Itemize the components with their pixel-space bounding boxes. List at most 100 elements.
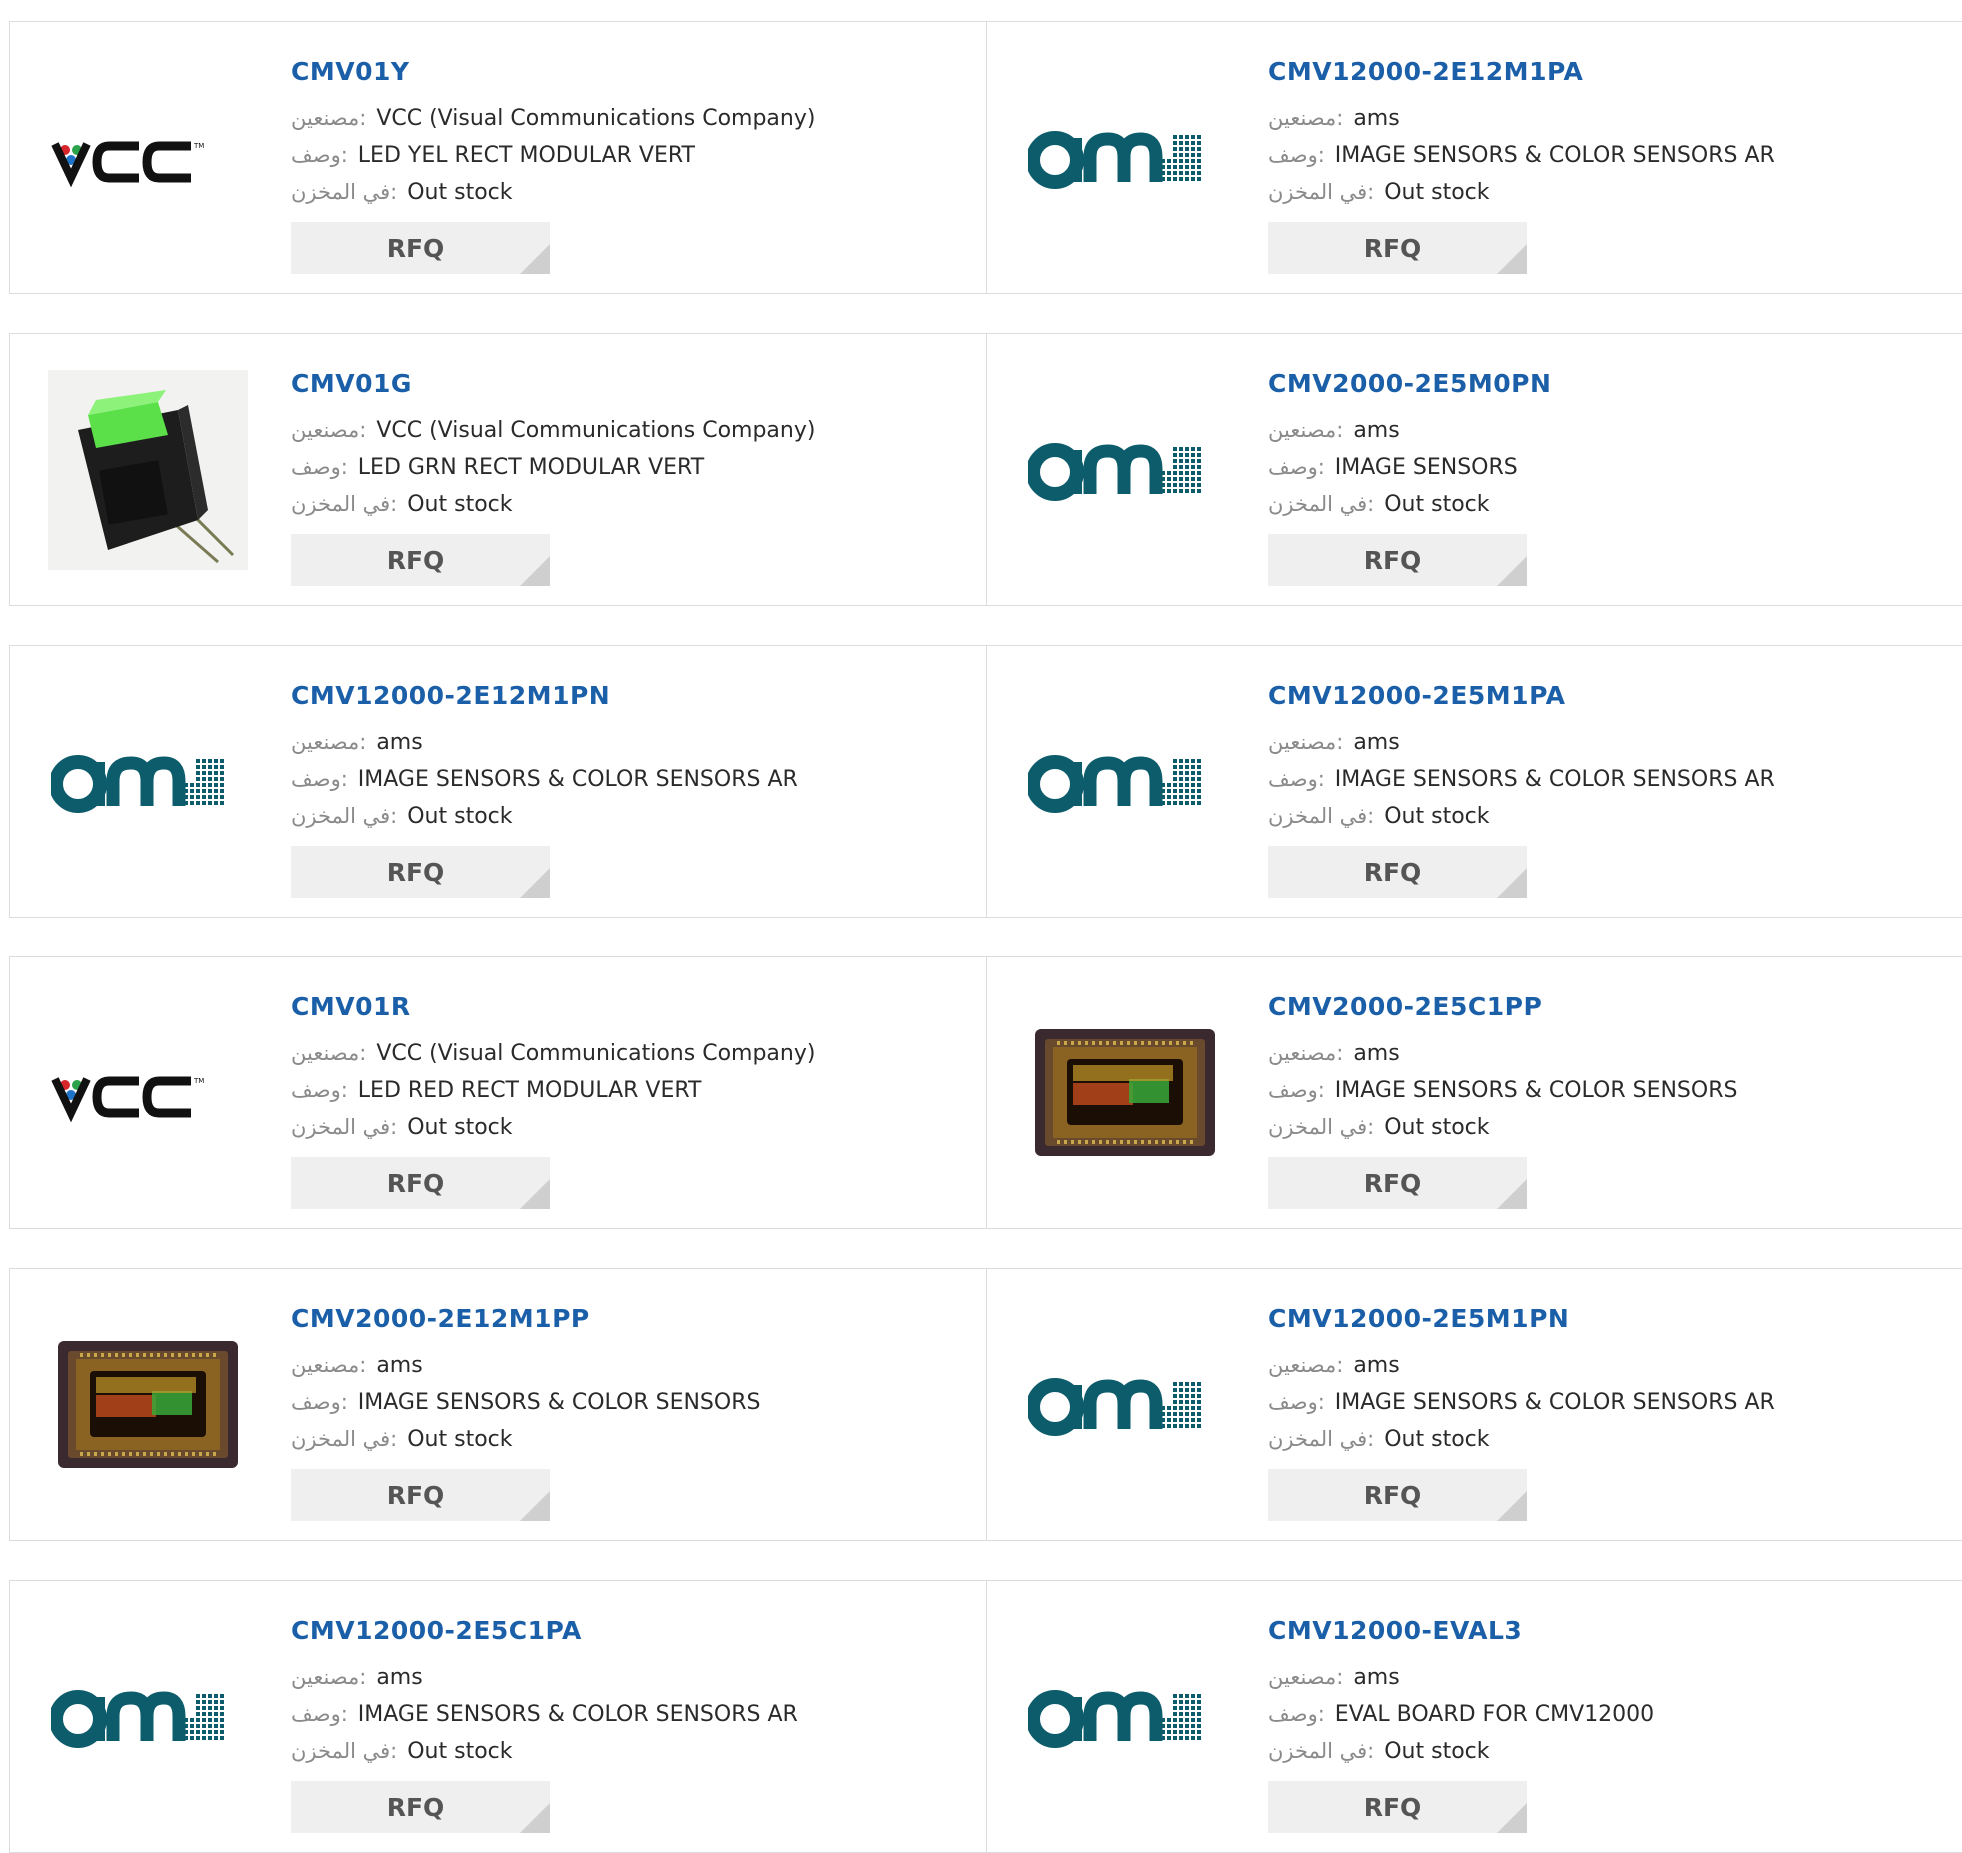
stock-label: :في المخزن — [1268, 804, 1375, 828]
product-card: TM CMV01R :مصنعين VCC (Visual Communicati… — [10, 957, 986, 1228]
stock-value: Out stock — [407, 180, 513, 205]
product-card: CMV12000-2E5M1PN :مصنعين ams :وصف IMAGE SE… — [987, 1269, 1962, 1540]
product-image[interactable]: TM — [48, 58, 248, 258]
manufacturer-line: :مصنعين ams — [291, 1347, 760, 1384]
rfq-button[interactable]: RFQ — [1268, 222, 1527, 274]
rfq-button[interactable]: RFQ — [291, 1781, 550, 1833]
stock-line: :في المخزن Out stock — [1268, 486, 1551, 523]
product-image[interactable] — [48, 1305, 248, 1505]
image-sensor-photo — [1034, 1029, 1215, 1156]
description-label: :وصف — [291, 767, 348, 791]
stock-line: :في المخزن Out stock — [1268, 1733, 1654, 1770]
stock-label: :في المخزن — [291, 804, 398, 828]
rfq-button[interactable]: RFQ — [1268, 1781, 1527, 1833]
product-image[interactable] — [48, 369, 248, 570]
ams-logo — [1027, 442, 1201, 501]
part-number-link[interactable]: CMV2000-2E5C1PP — [1268, 987, 1737, 1027]
description-label: :وصف — [291, 1390, 348, 1414]
rfq-label: RFQ — [1363, 1168, 1422, 1198]
manufacturer-value: ams — [376, 1353, 423, 1378]
manufacturer-value: ams — [1353, 106, 1400, 131]
product-row: CMV12000-2E12M1PN :مصنعين ams :وصف IMAGE S… — [9, 645, 1962, 918]
product-row: CMV01G :مصنعين VCC (Visual Communications… — [9, 333, 1962, 606]
part-number-link[interactable]: CMV12000-2E12M1PA — [1268, 52, 1775, 92]
product-image[interactable] — [1025, 682, 1225, 882]
rfq-label: RFQ — [386, 545, 445, 575]
rfq-button[interactable]: RFQ — [1268, 1469, 1527, 1521]
description-value: LED RED RECT MODULAR VERT — [357, 1078, 702, 1103]
rfq-label: RFQ — [1363, 1480, 1422, 1510]
manufacturer-label: :مصنعين — [291, 1665, 367, 1689]
manufacturer-value: VCC (Visual Communications Company) — [376, 1041, 816, 1066]
corner-fold-icon — [520, 244, 550, 274]
manufacturer-line: :مصنعين ams — [291, 1659, 798, 1696]
part-number-link[interactable]: CMV12000-2E5M1PA — [1268, 676, 1775, 716]
product-card: CMV12000-2E12M1PN :مصنعين ams :وصف IMAGE S… — [10, 646, 986, 917]
description-line: :وصف IMAGE SENSORS & COLOR SENSORS AR — [1268, 1384, 1775, 1421]
stock-label: :في المخزن — [291, 1427, 398, 1451]
product-info: CMV12000-2E5C1PA :مصنعين ams :وصف IMAGE SE… — [291, 1611, 798, 1833]
stock-value: Out stock — [407, 1427, 513, 1452]
part-number-link[interactable]: CMV01Y — [291, 52, 815, 92]
part-number-link[interactable]: CMV12000-EVAL3 — [1268, 1611, 1654, 1651]
product-image[interactable] — [1025, 1305, 1225, 1505]
stock-line: :في المخزن Out stock — [291, 1733, 798, 1770]
stock-value: Out stock — [1384, 804, 1490, 829]
product-image[interactable] — [1025, 58, 1225, 258]
part-number-link[interactable]: CMV01G — [291, 364, 815, 404]
manufacturer-line: :مصنعين ams — [1268, 1659, 1654, 1696]
rfq-button[interactable]: RFQ — [291, 1157, 550, 1209]
rfq-button[interactable]: RFQ — [1268, 1157, 1527, 1209]
description-value: IMAGE SENSORS & COLOR SENSORS — [357, 1390, 761, 1415]
ams-logo — [1027, 130, 1201, 189]
description-line: :وصف LED RED RECT MODULAR VERT — [291, 1072, 815, 1109]
product-card: CMV2000-2E5M0PN :مصنعين ams :وصف IMAGE SEN… — [987, 334, 1962, 605]
product-image[interactable]: TM — [48, 993, 248, 1193]
description-line: :وصف EVAL BOARD FOR CMV12000 — [1268, 1696, 1654, 1733]
rfq-button[interactable]: RFQ — [291, 222, 550, 274]
product-image[interactable] — [48, 682, 248, 882]
rfq-button[interactable]: RFQ — [291, 846, 550, 898]
manufacturer-value: ams — [1353, 1665, 1400, 1690]
product-row: CMV12000-2E5C1PA :مصنعين ams :وصف IMAGE SE… — [9, 1580, 1962, 1853]
stock-line: :في المخزن Out stock — [291, 798, 798, 835]
svg-text:TM: TM — [193, 142, 204, 150]
rfq-button[interactable]: RFQ — [1268, 846, 1527, 898]
product-info: CMV12000-2E12M1PA :مصنعين ams :وصف IMAGE S… — [1268, 52, 1775, 274]
part-number-link[interactable]: CMV12000-2E12M1PN — [291, 676, 798, 716]
rfq-button[interactable]: RFQ — [1268, 534, 1527, 586]
product-image[interactable] — [1025, 1617, 1225, 1817]
stock-label: :في المخزن — [291, 1115, 398, 1139]
part-number-link[interactable]: CMV12000-2E5C1PA — [291, 1611, 798, 1651]
rfq-button[interactable]: RFQ — [291, 1469, 550, 1521]
part-number-link[interactable]: CMV2000-2E12M1PP — [291, 1299, 760, 1339]
manufacturer-label: :مصنعين — [291, 106, 367, 130]
part-number-link[interactable]: CMV01R — [291, 987, 815, 1027]
part-number-link[interactable]: CMV2000-2E5M0PN — [1268, 364, 1551, 404]
corner-fold-icon — [1497, 1179, 1527, 1209]
rfq-label: RFQ — [386, 1792, 445, 1822]
corner-fold-icon — [1497, 556, 1527, 586]
ams-logo — [1027, 1377, 1201, 1436]
stock-value: Out stock — [407, 1115, 513, 1140]
product-image[interactable] — [1025, 993, 1225, 1193]
stock-label: :في المخزن — [1268, 180, 1375, 204]
product-card: TM CMV01Y :مصنعين VCC (Visual Communicati… — [10, 22, 986, 293]
manufacturer-line: :مصنعين ams — [1268, 412, 1551, 449]
description-line: :وصف LED GRN RECT MODULAR VERT — [291, 449, 815, 486]
description-label: :وصف — [1268, 767, 1325, 791]
stock-value: Out stock — [1384, 492, 1490, 517]
manufacturer-label: :مصنعين — [291, 1353, 367, 1377]
product-image[interactable] — [1025, 370, 1225, 570]
rfq-label: RFQ — [1363, 233, 1422, 263]
description-label: :وصف — [291, 1702, 348, 1726]
product-image[interactable] — [48, 1617, 248, 1817]
product-info: CMV2000-2E5C1PP :مصنعين ams :وصف IMAGE SEN… — [1268, 987, 1737, 1209]
part-number-link[interactable]: CMV12000-2E5M1PN — [1268, 1299, 1775, 1339]
description-value: IMAGE SENSORS & COLOR SENSORS AR — [1334, 143, 1775, 168]
manufacturer-label: :مصنعين — [1268, 730, 1344, 754]
stock-value: Out stock — [407, 492, 513, 517]
stock-label: :في المخزن — [1268, 492, 1375, 516]
rfq-button[interactable]: RFQ — [291, 534, 550, 586]
ams-logo — [1027, 1689, 1201, 1748]
